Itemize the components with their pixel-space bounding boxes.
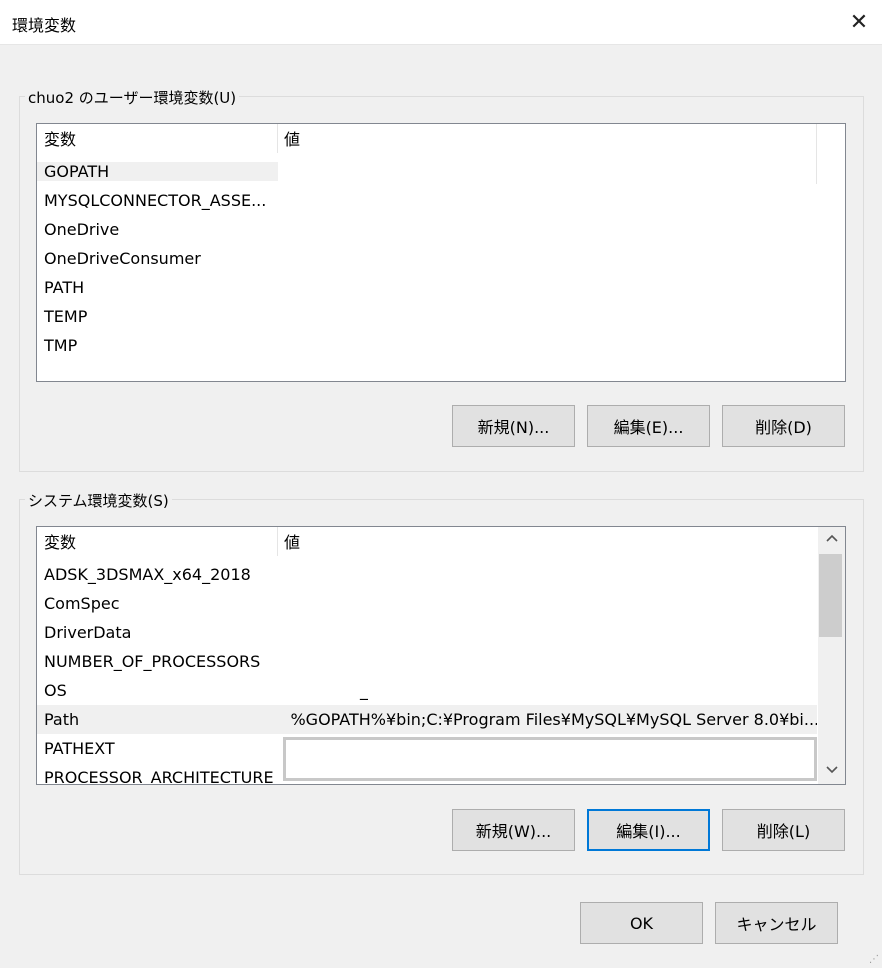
variable-name: ComSpec: [44, 594, 120, 613]
table-row[interactable]: OS _: [37, 676, 817, 705]
system-variables-list[interactable]: 変数 値 ADSK_3DSMAX_x64_2018 ComSpec Driver…: [36, 526, 846, 785]
table-row[interactable]: Path %GOPATH%¥bin;C:¥Program Files¥MySQL…: [37, 705, 817, 734]
table-row[interactable]: GOPATH: [37, 157, 278, 186]
header-value[interactable]: 値: [278, 527, 300, 556]
table-row[interactable]: TMP: [37, 331, 278, 360]
system-new-button[interactable]: 新規(W)...: [452, 809, 575, 851]
variable-name: PATH: [44, 278, 85, 297]
system-edit-button[interactable]: 編集(I)...: [587, 809, 710, 851]
variable-name: OneDrive: [44, 220, 120, 239]
chevron-up-icon[interactable]: [818, 531, 845, 547]
variable-name: Path: [44, 710, 80, 729]
variable-value: %GOPATH%¥bin;C:¥Program Files¥MySQL¥MySQ…: [290, 710, 817, 729]
variable-name: TEMP: [44, 307, 88, 326]
vertical-scrollbar[interactable]: [818, 527, 845, 784]
user-new-button[interactable]: 新規(N)...: [452, 405, 575, 447]
ok-button[interactable]: OK: [580, 902, 703, 944]
user-variables-list[interactable]: 変数 値 GOPATH MYSQLCONNECTOR_ASSE... OneDr…: [36, 123, 846, 382]
scrollbar-thumb[interactable]: [819, 554, 842, 637]
cancel-button[interactable]: キャンセル: [715, 902, 838, 944]
table-row[interactable]: OneDriveConsumer: [37, 244, 278, 273]
window-title: 環境変数: [12, 16, 77, 35]
list-header: 変数 値: [37, 124, 817, 153]
variable-name: TMP: [44, 336, 78, 355]
table-row[interactable]: ComSpec: [37, 589, 817, 618]
system-delete-button[interactable]: 削除(L): [722, 809, 845, 851]
system-variables-label: システム環境変数(S): [25, 490, 172, 511]
variable-name: OneDriveConsumer: [44, 249, 201, 268]
variable-name: PATHEXT: [44, 739, 115, 758]
chevron-down-icon[interactable]: [818, 763, 845, 779]
title-bar: 環境変数 ✕: [0, 0, 882, 45]
user-edit-button[interactable]: 編集(E)...: [587, 405, 710, 447]
variable-name: OS: [44, 681, 67, 700]
variable-name: MYSQLCONNECTOR_ASSE...: [44, 191, 267, 210]
user-delete-button[interactable]: 削除(D): [722, 405, 845, 447]
header-value[interactable]: 値: [278, 124, 300, 153]
table-row[interactable]: TEMP: [37, 302, 278, 331]
resize-grip-icon[interactable]: ⋰: [869, 954, 879, 965]
table-row[interactable]: PATH: [37, 273, 278, 302]
table-row[interactable]: MYSQLCONNECTOR_ASSE...: [37, 186, 278, 215]
header-variable[interactable]: 変数: [37, 124, 278, 153]
header-variable[interactable]: 変数: [37, 527, 278, 556]
close-icon[interactable]: ✕: [836, 0, 882, 44]
variable-name: PROCESSOR_ARCHITECTURE: [44, 768, 274, 785]
table-row[interactable]: OneDrive: [37, 215, 278, 244]
table-row[interactable]: ADSK_3DSMAX_x64_2018: [37, 560, 817, 589]
table-row[interactable]: DriverData: [37, 618, 817, 647]
user-variables-label: chuo2 のユーザー環境変数(U): [25, 87, 240, 108]
variable-value: _: [360, 681, 368, 700]
column-divider: [816, 124, 817, 184]
value-edit-box[interactable]: [283, 737, 817, 781]
variable-name: DriverData: [44, 623, 132, 642]
table-row[interactable]: NUMBER_OF_PROCESSORS: [37, 647, 817, 676]
variable-name: GOPATH: [37, 162, 278, 181]
variable-name: NUMBER_OF_PROCESSORS: [44, 652, 261, 671]
list-header: 変数 値: [37, 527, 817, 556]
variable-name: ADSK_3DSMAX_x64_2018: [44, 565, 251, 584]
